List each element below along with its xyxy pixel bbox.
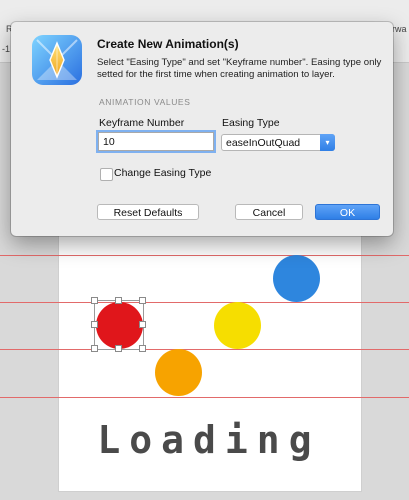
resize-handle[interactable] [91, 321, 98, 328]
blue-ball[interactable] [273, 255, 320, 302]
easing-type-select[interactable]: easeInOutQuad ▾ [221, 134, 335, 151]
selection-box[interactable] [94, 300, 144, 350]
easing-type-value: easeInOutQuad [226, 137, 301, 149]
cancel-button[interactable]: Cancel [235, 204, 303, 220]
change-easing-checkbox[interactable] [100, 168, 113, 181]
section-label: ANIMATION VALUES [99, 97, 191, 107]
resize-handle[interactable] [139, 321, 146, 328]
yellow-ball[interactable] [214, 302, 261, 349]
resize-handle[interactable] [115, 345, 122, 352]
app-crystal-icon [31, 34, 83, 86]
loading-text: Loading [97, 418, 321, 462]
ruler-label: -1 [2, 44, 11, 54]
resize-handle[interactable] [91, 297, 98, 304]
resize-handle[interactable] [139, 345, 146, 352]
resize-handle[interactable] [115, 297, 122, 304]
guide-line[interactable] [0, 302, 409, 303]
guide-line[interactable] [0, 349, 409, 350]
reset-defaults-button[interactable]: Reset Defaults [97, 204, 199, 220]
create-animation-dialog: Create New Animation(s) Select "Easing T… [11, 22, 393, 236]
change-easing-label: Change Easing Type [114, 167, 212, 179]
keyframe-number-label: Keyframe Number [99, 117, 185, 129]
easing-type-label: Easing Type [222, 117, 280, 129]
orange-ball[interactable] [155, 349, 202, 396]
resize-handle[interactable] [91, 345, 98, 352]
guide-line[interactable] [0, 255, 409, 256]
keyframe-number-input[interactable] [98, 132, 214, 151]
chevron-down-icon[interactable]: ▾ [320, 134, 335, 151]
guide-line[interactable] [0, 397, 409, 398]
ruler-label: rwa [392, 24, 407, 34]
dialog-description: Select "Easing Type" and set "Keyframe n… [97, 57, 382, 80]
resize-handle[interactable] [139, 297, 146, 304]
dialog-title: Create New Animation(s) [97, 37, 239, 51]
ok-button[interactable]: OK [315, 204, 380, 220]
